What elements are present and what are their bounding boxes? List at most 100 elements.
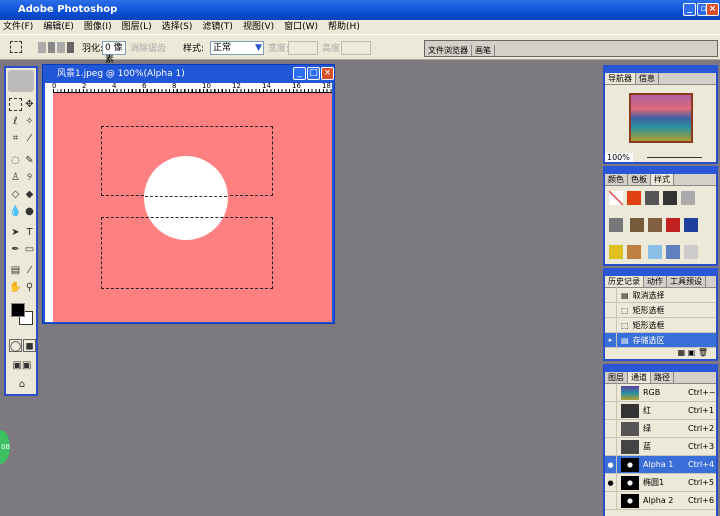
pen-tool-icon[interactable]: ✒ [9, 243, 22, 256]
eye-icon[interactable] [605, 401, 617, 420]
hand-tool-icon[interactable]: ✋ [9, 281, 22, 294]
eye-icon[interactable]: ● [605, 473, 617, 492]
path-select-icon[interactable]: ➤ [9, 226, 22, 239]
app-title: Adobe Photoshop [18, 4, 118, 15]
channel-thumbnail [621, 385, 639, 400]
channel-row[interactable]: ● Alpha 1 Ctrl+4 [605, 455, 716, 474]
width-input[interactable] [288, 41, 318, 55]
history-brush-icon[interactable]: ୨ [23, 171, 36, 184]
antialias-checkbox[interactable]: 消除锯齿 [130, 43, 166, 55]
tab-file-browser[interactable]: 文件浏览器 [425, 45, 472, 56]
zoom-slider[interactable] [647, 157, 702, 158]
height-input[interactable] [341, 41, 371, 55]
menu-window[interactable]: 窗口(W) [284, 20, 318, 34]
menu-edit[interactable]: 编辑(E) [43, 20, 74, 34]
minimize-button[interactable]: _ [683, 3, 696, 16]
quickmask-mode-icon[interactable]: ◼ [23, 339, 36, 352]
marquee-preset-icon[interactable] [10, 41, 22, 53]
floating-badge[interactable]: 08 [0, 430, 10, 464]
feather-input[interactable]: 0 像素 [102, 41, 126, 65]
eyedropper-icon[interactable]: ⁄ [23, 264, 36, 277]
channel-thumbnail [621, 439, 639, 454]
eraser-tool-icon[interactable]: ◇ [9, 188, 22, 201]
zoom-value[interactable]: 100% [605, 153, 633, 162]
marquee-tool-icon[interactable] [9, 98, 22, 111]
healing-brush-icon[interactable]: ◌ [9, 154, 22, 167]
tab-styles[interactable]: 样式 [651, 174, 674, 185]
history-item[interactable]: ⬚ 矩形选框 [605, 301, 716, 319]
tab-navigator[interactable]: 导航器 [605, 73, 636, 84]
standard-mode-icon[interactable]: ◯ [9, 339, 22, 352]
magic-wand-icon[interactable]: ✧ [23, 115, 36, 128]
channel-name: Alpha 1 [643, 460, 674, 469]
brush-tool-icon[interactable]: ✎ [23, 154, 36, 167]
history-actions[interactable]: ▦ ▣ 🗑 [605, 348, 716, 357]
history-item[interactable]: ▤ 取消选择 [605, 286, 716, 304]
menu-select[interactable]: 选择(S) [162, 20, 193, 34]
screen-mode-icons[interactable]: ▣▣ [9, 359, 35, 372]
channel-row[interactable]: 红 Ctrl+1 [605, 401, 716, 420]
styles-panel: 颜色 色板 样式 [603, 166, 718, 286]
vertical-ruler [45, 83, 53, 322]
selection-edge [145, 196, 227, 197]
tab-paths[interactable]: 路径 [651, 372, 674, 383]
tab-actions[interactable]: 动作 [644, 276, 667, 287]
tab-brushes[interactable]: 画笔 [472, 45, 495, 56]
lasso-tool-icon[interactable]: ℓ [9, 115, 22, 128]
channel-row[interactable]: 蓝 Ctrl+3 [605, 437, 716, 456]
eye-icon[interactable]: ● [605, 455, 617, 474]
jump-to-imageready-icon[interactable]: ⌂ [9, 378, 35, 391]
adobe-logo-icon[interactable] [8, 70, 34, 92]
menu-file[interactable]: 文件(F) [3, 20, 33, 34]
bucket-tool-icon[interactable]: ◆ [23, 188, 36, 201]
channels-panel: 图层 通道 路径 RGB Ctrl+~ 红 Ctrl+1 绿 Ctrl+2 蓝 Ctrl+3 ● Al… [603, 364, 718, 516]
notes-tool-icon[interactable]: ▤ [9, 264, 22, 277]
move-tool-icon[interactable]: ✥ [23, 98, 36, 111]
stamp-tool-icon[interactable]: ♙ [9, 171, 22, 184]
menu-view[interactable]: 视图(V) [243, 20, 274, 34]
channel-row[interactable]: RGB Ctrl+~ [605, 383, 716, 402]
blur-tool-icon[interactable]: 💧 [9, 205, 22, 218]
menu-help[interactable]: 帮助(H) [328, 20, 360, 34]
channel-row[interactable]: Alpha 2 Ctrl+6 [605, 491, 716, 510]
menu-image[interactable]: 图像(I) [84, 20, 112, 34]
style-select[interactable]: 正常 ▼ [210, 41, 264, 55]
channel-row[interactable]: ● 椭圆1 Ctrl+5 [605, 473, 716, 492]
style-value: 正常 [213, 43, 232, 53]
history-item-selected[interactable]: ▸ ▤ 存储选区 [605, 331, 716, 349]
ruler-tick-label: 6 [142, 82, 147, 90]
tab-color[interactable]: 颜色 [605, 174, 628, 185]
document-window: 风景1.jpeg @ 100%(Alpha 1) _ □ × [42, 64, 335, 324]
ruler-labels: 0 2 4 6 8 10 12 14 16 18 [52, 82, 331, 90]
close-button[interactable]: × [706, 3, 719, 16]
zoom-tool-icon[interactable]: ⚲ [23, 281, 36, 294]
history-item[interactable]: ⬚ 矩形选框 [605, 316, 716, 334]
tab-tool-presets[interactable]: 工具预设 [667, 276, 706, 287]
menu-layer[interactable]: 图层(L) [122, 20, 152, 34]
foreground-color-swatch[interactable] [11, 303, 25, 317]
crop-tool-icon[interactable]: ⌗ [9, 132, 22, 145]
tab-channels[interactable]: 通道 [628, 372, 651, 383]
navigator-thumbnail[interactable] [628, 93, 693, 143]
slice-tool-icon[interactable]: ⁄ [23, 132, 36, 145]
tab-swatches[interactable]: 色板 [628, 174, 651, 185]
shape-tool-icon[interactable]: ▭ [23, 243, 36, 256]
tab-info[interactable]: 信息 [636, 73, 659, 84]
ruler-tick-label: 10 [202, 82, 211, 90]
menu-filter[interactable]: 滤镜(T) [202, 20, 233, 34]
menu-bar: 文件(F) 编辑(E) 图像(I) 图层(L) 选择(S) 滤镜(T) 视图(V… [0, 20, 720, 34]
tab-layers[interactable]: 图层 [605, 372, 628, 383]
eye-icon[interactable] [605, 383, 617, 402]
selection-mode-buttons[interactable] [38, 42, 74, 53]
eye-icon[interactable] [605, 491, 617, 510]
doc-minimize-button[interactable]: _ [293, 67, 306, 80]
dodge-tool-icon[interactable]: ● [23, 205, 36, 218]
canvas[interactable] [53, 93, 332, 322]
type-tool-icon[interactable]: T [23, 226, 36, 239]
document-title: 风景1.jpeg @ 100%(Alpha 1) [57, 69, 185, 79]
eye-icon[interactable] [605, 419, 617, 438]
eye-icon[interactable] [605, 437, 617, 456]
doc-close-button[interactable]: × [321, 67, 334, 80]
channel-row[interactable]: 绿 Ctrl+2 [605, 419, 716, 438]
doc-maximize-button[interactable]: □ [307, 67, 320, 80]
